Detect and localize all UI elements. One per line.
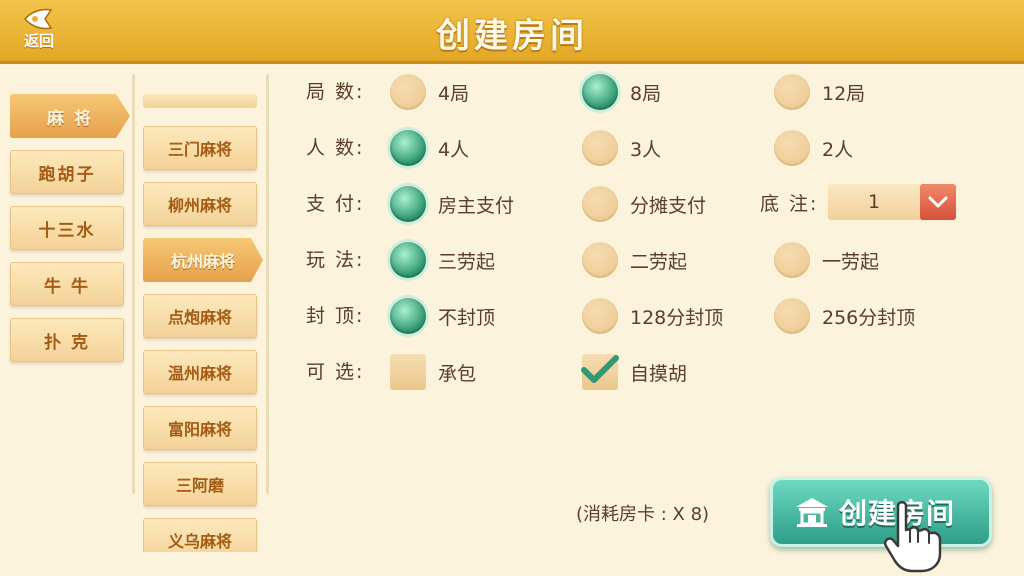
radio-icon[interactable]	[582, 130, 618, 166]
checkbox-checked-icon[interactable]	[581, 354, 619, 390]
sub-game-item[interactable]: 柳州麻将	[143, 182, 257, 226]
divider-right	[266, 74, 269, 494]
radio-selected-icon[interactable]	[582, 74, 618, 110]
play-style-option-3[interactable]: 三劳起	[390, 240, 495, 280]
page-title: 创建房间	[436, 16, 588, 56]
checkbox-icon[interactable]	[390, 354, 426, 390]
house-icon	[796, 498, 828, 527]
sub-game-list[interactable]: 三门麻将 柳州麻将 杭州麻将 点炮麻将 温州麻将 富阳麻将 三阿磨 义乌麻将	[143, 72, 265, 552]
sub-game-item[interactable]: 三门麻将	[143, 126, 257, 170]
rounds-option-8[interactable]: 8局	[582, 72, 661, 112]
players-label: 人 数:	[306, 137, 365, 159]
sub-game-item[interactable]: 义乌麻将	[143, 518, 257, 552]
base-bet-select[interactable]: 1	[828, 184, 956, 220]
radio-icon[interactable]	[390, 74, 426, 110]
category-paohuzi[interactable]: 跑胡子	[10, 150, 124, 194]
top-bar: 返回 创建房间	[0, 0, 1024, 64]
radio-icon[interactable]	[774, 298, 810, 334]
rounds-option-12[interactable]: 12局	[774, 72, 865, 112]
radio-icon[interactable]	[582, 242, 618, 278]
rounds-option-4[interactable]: 4局	[390, 72, 469, 112]
radio-selected-icon[interactable]	[390, 298, 426, 334]
radio-icon[interactable]	[582, 186, 618, 222]
radio-selected-icon[interactable]	[390, 242, 426, 278]
room-card-cost: (消耗房卡 : X 8)	[576, 504, 710, 525]
sub-game-item[interactable]: 温州麻将	[143, 350, 257, 394]
cap-option-128[interactable]: 128分封顶	[582, 296, 723, 336]
players-option-2[interactable]: 2人	[774, 128, 853, 168]
radio-icon[interactable]	[774, 74, 810, 110]
extras-option-self-draw[interactable]: 自摸胡	[581, 352, 687, 392]
play-style-option-2[interactable]: 二劳起	[582, 240, 687, 280]
category-niuniu[interactable]: 牛 牛	[10, 262, 124, 306]
cap-option-256[interactable]: 256分封顶	[774, 296, 915, 336]
radio-icon[interactable]	[774, 130, 810, 166]
radio-selected-icon[interactable]	[390, 186, 426, 222]
chevron-down-icon[interactable]	[920, 184, 956, 220]
radio-icon[interactable]	[582, 298, 618, 334]
sub-game-item[interactable]: 杭州麻将	[143, 238, 263, 282]
play-style-label: 玩 法:	[306, 249, 365, 271]
cap-label: 封 顶:	[306, 305, 365, 327]
play-style-option-1[interactable]: 一劳起	[774, 240, 879, 280]
rounds-label: 局 数:	[306, 81, 365, 103]
payment-option-split[interactable]: 分摊支付	[582, 184, 706, 224]
category-poker[interactable]: 扑 克	[10, 318, 124, 362]
cap-option-none[interactable]: 不封顶	[390, 296, 495, 336]
base-bet-label: 底 注:	[760, 193, 819, 215]
sub-game-item[interactable]: 富阳麻将	[143, 406, 257, 450]
payment-option-host[interactable]: 房主支付	[390, 184, 514, 224]
sub-list-top-edge	[143, 94, 257, 108]
players-option-4[interactable]: 4人	[390, 128, 469, 168]
category-list: 麻 将 跑胡子 十三水 牛 牛 扑 克	[10, 94, 130, 374]
base-bet-value: 1	[867, 191, 881, 213]
sub-game-item[interactable]: 点炮麻将	[143, 294, 257, 338]
radio-icon[interactable]	[774, 242, 810, 278]
sub-game-item[interactable]: 三阿磨	[143, 462, 257, 506]
radio-selected-icon[interactable]	[390, 130, 426, 166]
extras-label: 可 选:	[306, 361, 365, 383]
category-shisanshui[interactable]: 十三水	[10, 206, 124, 250]
players-option-3[interactable]: 3人	[582, 128, 661, 168]
extras-option-contract[interactable]: 承包	[390, 352, 476, 392]
pointing-hand-icon	[884, 501, 942, 573]
payment-label: 支 付:	[306, 193, 365, 215]
category-mahjong[interactable]: 麻 将	[10, 94, 130, 138]
divider-left	[132, 74, 135, 494]
